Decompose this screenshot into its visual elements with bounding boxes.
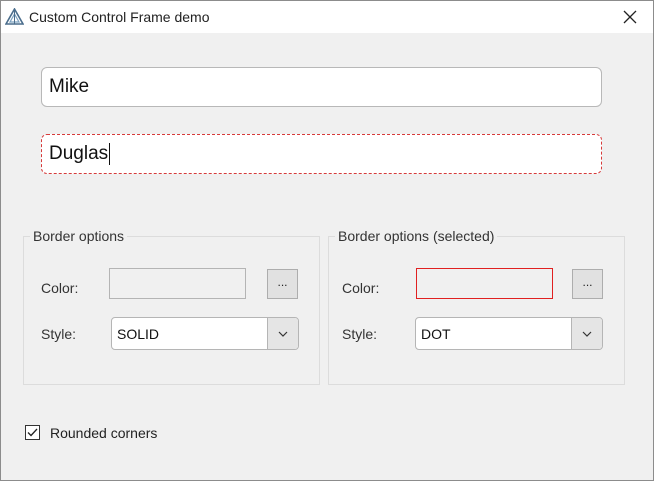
- delta-triangle-icon: [5, 8, 24, 25]
- style-label: Style:: [41, 326, 77, 342]
- window: Custom Control Frame demo Mike Duglas Bo…: [0, 0, 654, 481]
- rounded-corners-checkbox[interactable]: [25, 425, 40, 440]
- color-swatch[interactable]: [109, 268, 246, 299]
- first-name-field[interactable]: Mike: [41, 67, 602, 107]
- selected-style-dropdown-button[interactable]: [571, 318, 602, 349]
- style-combobox[interactable]: SOLID: [111, 317, 299, 350]
- last-name-field[interactable]: Duglas: [41, 134, 602, 174]
- text-caret: [109, 143, 111, 165]
- first-name-value: Mike: [49, 76, 90, 97]
- last-name-value: Duglas: [49, 143, 109, 164]
- chevron-down-icon: [582, 331, 592, 337]
- border-options-selected-group: Border options (selected) Color: ... Sty…: [328, 228, 625, 385]
- border-options-selected-title: Border options (selected): [335, 228, 498, 244]
- border-options-title: Border options: [30, 228, 128, 244]
- color-picker-button[interactable]: ...: [267, 269, 298, 299]
- rounded-corners-label[interactable]: Rounded corners: [50, 425, 157, 441]
- style-value: SOLID: [117, 326, 160, 342]
- chevron-down-icon: [278, 331, 288, 337]
- style-dropdown-button[interactable]: [267, 318, 298, 349]
- selected-style-value: DOT: [421, 326, 451, 342]
- color-label: Color:: [41, 280, 79, 296]
- selected-style-combobox[interactable]: DOT: [415, 317, 603, 350]
- selected-color-label: Color:: [342, 280, 380, 296]
- selected-color-swatch[interactable]: [416, 268, 553, 299]
- title-bar[interactable]: Custom Control Frame demo: [1, 1, 653, 33]
- checkmark-icon: [27, 428, 38, 437]
- selected-style-label: Style:: [342, 326, 378, 342]
- close-x-icon: [623, 10, 637, 24]
- window-title: Custom Control Frame demo: [29, 9, 210, 25]
- selected-color-picker-button[interactable]: ...: [572, 269, 603, 299]
- border-options-group: Border options Color: ... Style: SOLID: [23, 228, 320, 385]
- close-button[interactable]: [607, 1, 653, 33]
